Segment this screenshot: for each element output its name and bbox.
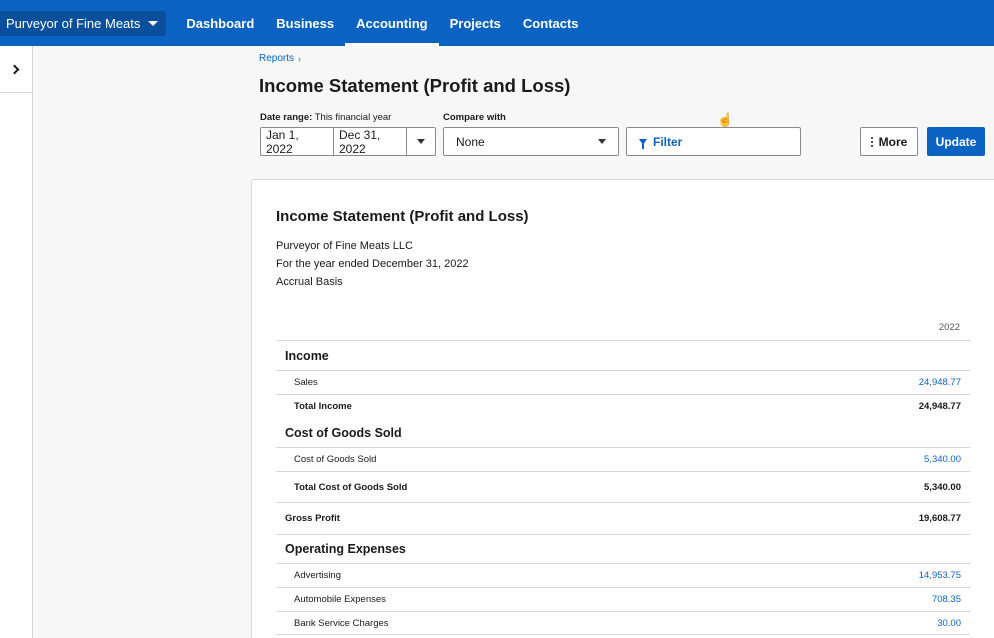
end-date-input[interactable]: Dec 31, 2022 bbox=[334, 128, 407, 156]
row-label: Total Income bbox=[294, 401, 352, 412]
total-row: Total Cost of Goods Sold 5,340.00 bbox=[276, 471, 970, 502]
more-vertical-icon bbox=[870, 136, 873, 147]
caret-down-icon bbox=[148, 21, 159, 26]
row-value-link[interactable]: 24,948.77 bbox=[919, 377, 961, 388]
table-row: Automobile Expenses 708.35 bbox=[276, 587, 970, 611]
row-label: Cost of Goods Sold bbox=[294, 454, 377, 465]
compare-with-value: None bbox=[456, 134, 485, 149]
row-label: Bank Service Charges bbox=[294, 617, 389, 629]
hand-cursor-icon: ☝ bbox=[717, 112, 734, 127]
breadcrumb: Reports › bbox=[259, 53, 301, 64]
table-row: Bank Service Charges 30.00 bbox=[276, 611, 970, 635]
page-title: Income Statement (Profit and Loss) bbox=[259, 75, 571, 96]
row-label: Advertising bbox=[294, 570, 341, 581]
row-value: 19,608.77 bbox=[918, 513, 961, 524]
nav-tab-projects[interactable]: Projects bbox=[439, 0, 512, 46]
row-value: 5,340.00 bbox=[924, 481, 961, 493]
org-switcher[interactable]: Purveyor of Fine Meats bbox=[0, 11, 167, 36]
section-header-operating-expenses: Operating Expenses bbox=[276, 534, 970, 563]
row-value-link[interactable]: 30.00 bbox=[937, 618, 961, 629]
date-range-dropdown-button[interactable] bbox=[407, 128, 435, 155]
total-row: Total Income 24,948.77 bbox=[276, 394, 970, 418]
caret-down-icon bbox=[417, 139, 425, 144]
row-label: Sales bbox=[294, 377, 318, 388]
org-name: Purveyor of Fine Meats bbox=[6, 16, 141, 31]
start-date-input[interactable]: Jan 1, 2022 bbox=[261, 128, 334, 156]
left-sidebar bbox=[0, 46, 33, 638]
sidebar-expand-button[interactable] bbox=[0, 46, 32, 93]
compare-with-label: Compare with bbox=[443, 112, 506, 123]
row-label: Gross Profit bbox=[285, 513, 340, 524]
filter-icon bbox=[639, 138, 647, 149]
report-basis: Accrual Basis bbox=[276, 276, 343, 288]
nav-tabs: Dashboard Business Accounting Projects C… bbox=[175, 0, 589, 46]
filter-label: Filter bbox=[653, 134, 683, 149]
row-value-link[interactable]: 708.35 bbox=[932, 594, 961, 605]
row-value-link[interactable]: 5,340.00 bbox=[924, 454, 961, 465]
report-title: Income Statement (Profit and Loss) bbox=[276, 208, 529, 225]
row-value: 24,948.77 bbox=[918, 401, 961, 412]
row-label: Total Cost of Goods Sold bbox=[294, 481, 408, 493]
nav-tab-dashboard[interactable]: Dashboard bbox=[175, 0, 265, 46]
row-value-link[interactable]: 14,953.75 bbox=[919, 570, 961, 581]
date-range-label-group: Date range: This financial year bbox=[260, 112, 391, 123]
table-row: Cost of Goods Sold 5,340.00 bbox=[276, 447, 970, 471]
row-label: Automobile Expenses bbox=[294, 594, 386, 605]
report-period: For the year ended December 31, 2022 bbox=[276, 258, 469, 270]
nav-tab-accounting[interactable]: Accounting bbox=[345, 0, 439, 46]
column-header-year: 2022 bbox=[938, 322, 960, 333]
compare-with-select[interactable]: None bbox=[443, 127, 619, 156]
date-range-value: This financial year bbox=[314, 112, 392, 123]
nav-tab-business[interactable]: Business bbox=[265, 0, 345, 46]
table-row: Advertising 14,953.75 bbox=[276, 563, 970, 587]
table-row: Sales 24,948.77 bbox=[276, 370, 970, 394]
chevron-right-icon bbox=[9, 64, 20, 74]
more-button[interactable]: More bbox=[860, 127, 918, 156]
breadcrumb-reports-link[interactable]: Reports bbox=[259, 53, 294, 64]
date-range-label: Date range: bbox=[260, 112, 313, 123]
section-header-income: Income bbox=[276, 340, 970, 370]
section-header-cogs: Cost of Goods Sold bbox=[276, 418, 970, 447]
breadcrumb-separator: › bbox=[298, 53, 302, 64]
caret-down-icon bbox=[598, 139, 606, 144]
nav-tab-contacts[interactable]: Contacts bbox=[512, 0, 590, 46]
gross-profit-row: Gross Profit 19,608.77 bbox=[276, 502, 970, 534]
update-button[interactable]: Update bbox=[927, 127, 985, 156]
date-range-picker: Jan 1, 2022 Dec 31, 2022 bbox=[260, 127, 436, 156]
filter-button[interactable]: Filter bbox=[626, 127, 801, 156]
report-table: Income Sales 24,948.77 Total Income 24,9… bbox=[276, 340, 970, 635]
report-card: Income Statement (Profit and Loss) Purve… bbox=[251, 179, 994, 638]
more-label: More bbox=[878, 134, 908, 149]
top-nav-bar: Purveyor of Fine Meats Dashboard Busines… bbox=[0, 0, 994, 46]
report-company: Purveyor of Fine Meats LLC bbox=[276, 240, 413, 252]
